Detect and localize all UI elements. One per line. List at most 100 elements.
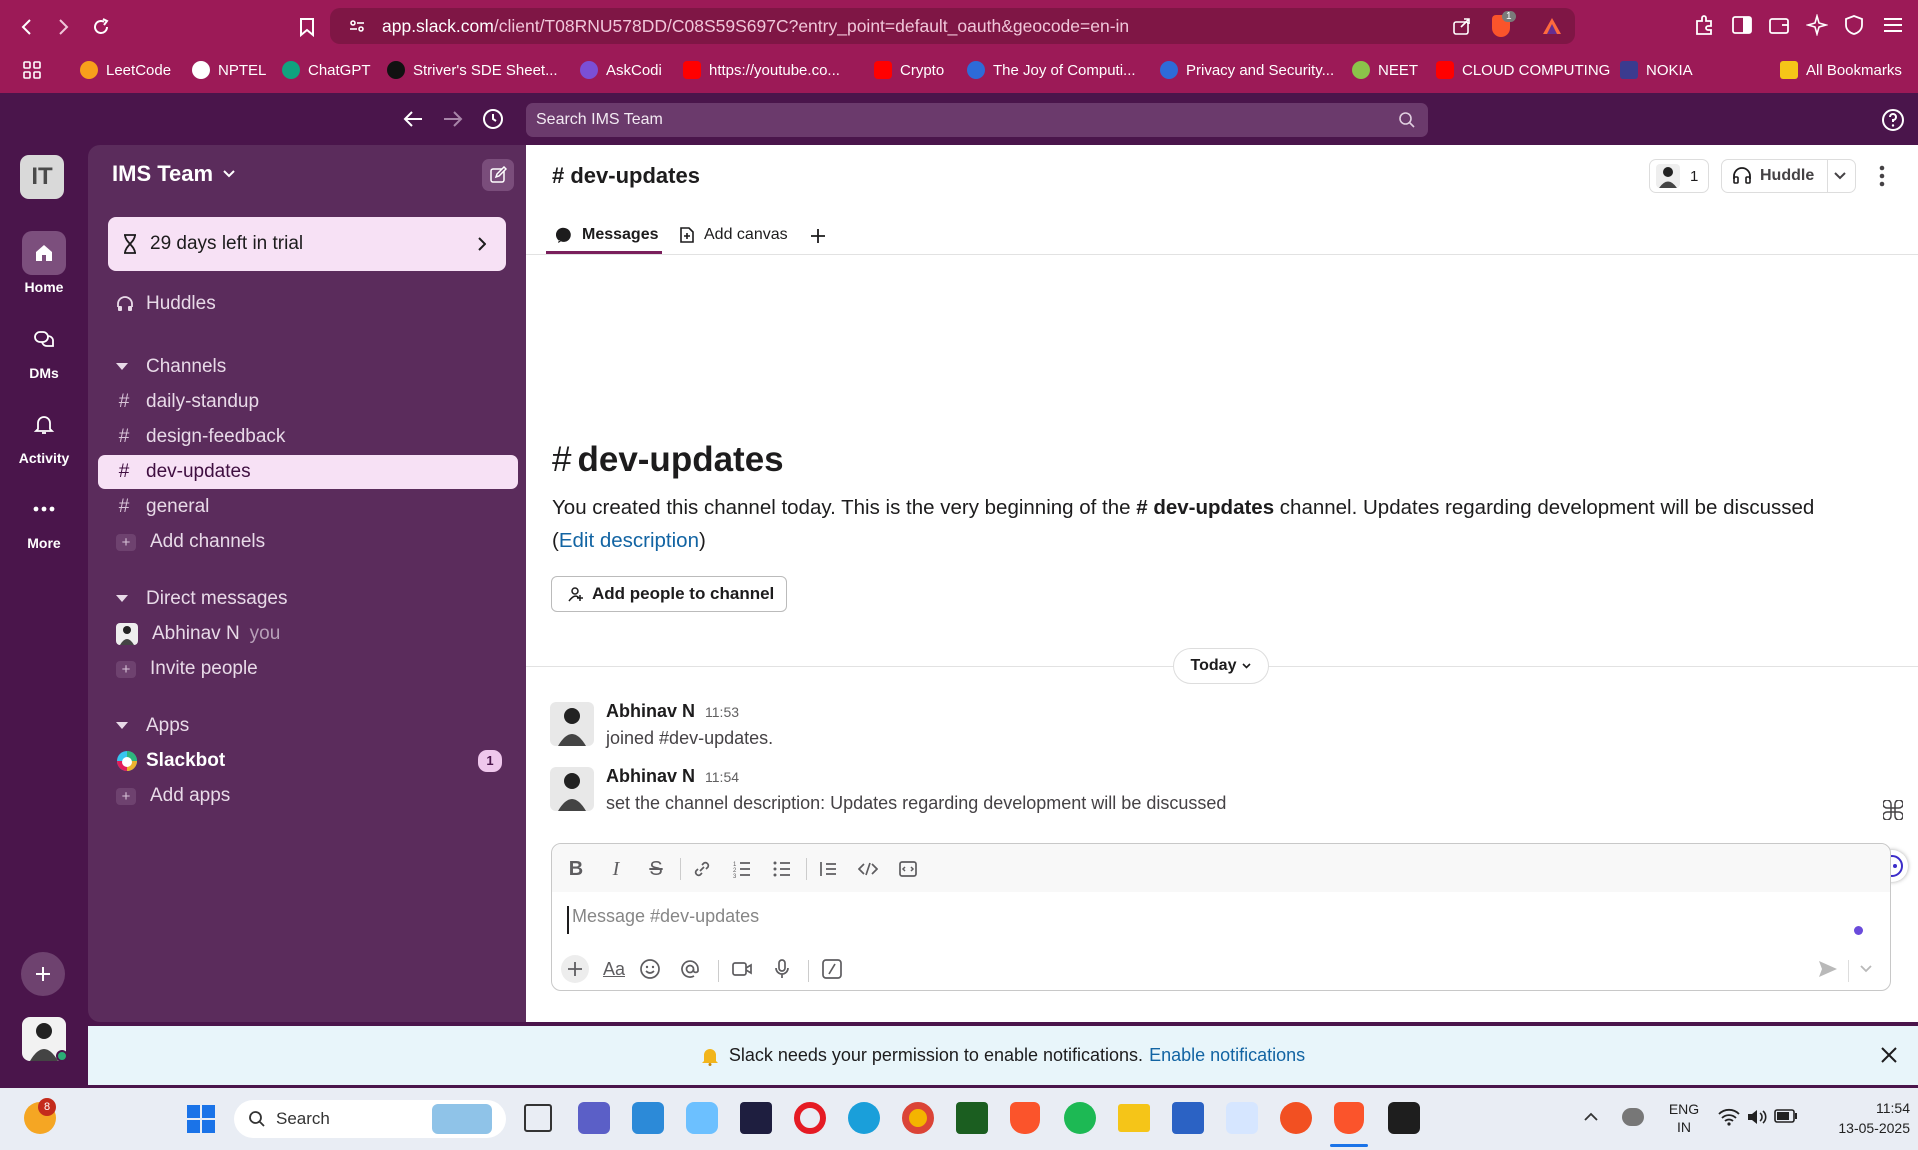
bookmark-item[interactable]: NEET <box>1352 55 1418 85</box>
tab-messages[interactable]: Messages <box>556 217 659 253</box>
message-author[interactable]: Abhinav N <box>606 766 695 787</box>
browser-forward-icon[interactable] <box>48 12 78 42</box>
bookmark-item[interactable]: Privacy and Security... <box>1160 55 1334 85</box>
browser-back-icon[interactable] <box>12 12 42 42</box>
blockquote-icon[interactable] <box>816 857 840 881</box>
vscode-icon[interactable] <box>632 1102 664 1134</box>
bookmark-item[interactable]: NPTEL <box>192 55 266 85</box>
browser-menu-icon[interactable] <box>1882 16 1904 34</box>
site-settings-icon[interactable] <box>348 17 366 35</box>
emoji-icon[interactable] <box>638 957 662 981</box>
channels-section-header[interactable]: Channels <box>98 350 518 384</box>
invite-people-button[interactable]: + Invite people <box>98 652 518 686</box>
bookmark-item[interactable]: CLOUD COMPUTING <box>1436 55 1610 85</box>
rail-home[interactable]: Home <box>0 231 88 295</box>
code-block-icon[interactable] <box>896 857 920 881</box>
add-apps-button[interactable]: + Add apps <box>98 779 518 813</box>
microphone-icon[interactable] <box>770 957 794 981</box>
intellij-icon[interactable] <box>740 1102 772 1134</box>
tab-add-canvas[interactable]: Add canvas <box>678 217 788 253</box>
compose-button[interactable] <box>482 159 514 191</box>
member-count-button[interactable]: 1 <box>1649 159 1709 193</box>
message-author[interactable]: Abhinav N <box>606 701 695 722</box>
brave-active-icon[interactable] <box>1334 1102 1364 1134</box>
bookmark-icon[interactable] <box>292 12 322 42</box>
rail-dms[interactable]: DMs <box>0 317 88 381</box>
sidebar-item-dev-updates[interactable]: # dev-updates <box>98 455 518 489</box>
video-clip-icon[interactable] <box>730 957 754 981</box>
volume-icon[interactable] <box>1746 1108 1768 1126</box>
message-avatar[interactable] <box>550 702 594 746</box>
sidebar-item-general[interactable]: # general <box>98 490 518 524</box>
figma-icon[interactable] <box>1388 1102 1420 1134</box>
channel-title[interactable]: # dev-updates <box>552 163 700 189</box>
sidebar-item-slackbot[interactable]: Slackbot 1 <box>98 744 518 778</box>
wifi-icon[interactable] <box>1718 1108 1740 1126</box>
channel-mention[interactable]: # dev-updates <box>1136 496 1274 519</box>
opera-icon[interactable] <box>794 1102 826 1134</box>
history-forward-icon[interactable] <box>442 109 464 129</box>
extensions-icon[interactable] <box>1693 14 1715 36</box>
date-divider-button[interactable]: Today <box>1173 648 1269 684</box>
address-bar[interactable]: app.slack.com/client/T08RNU578DD/C08S59S… <box>330 8 1575 44</box>
ordered-list-icon[interactable]: 123 <box>730 857 754 881</box>
bookmark-item[interactable]: LeetCode <box>80 55 171 85</box>
spotify-icon[interactable] <box>1064 1102 1096 1134</box>
wps-icon[interactable] <box>1280 1102 1312 1134</box>
send-icon[interactable] <box>1816 957 1840 981</box>
sidebar-item-dm-abhinav[interactable]: Abhinav N you <box>98 617 518 651</box>
add-people-button[interactable]: Add people to channel <box>551 576 787 612</box>
rail-activity[interactable]: Activity <box>0 402 88 466</box>
all-bookmarks[interactable]: All Bookmarks <box>1780 55 1902 85</box>
store-icon[interactable] <box>1172 1102 1204 1134</box>
help-icon[interactable] <box>1881 108 1905 132</box>
bulleted-list-icon[interactable] <box>770 857 794 881</box>
formatting-toggle-button[interactable]: Aa <box>600 957 628 981</box>
language-indicator[interactable]: ENG IN <box>1664 1100 1704 1136</box>
history-back-icon[interactable] <box>402 109 424 129</box>
sidebar-toggle-icon[interactable] <box>1731 15 1753 35</box>
copilot-icon[interactable] <box>686 1102 718 1134</box>
leo-ai-icon[interactable] <box>1806 14 1828 36</box>
bold-icon[interactable]: B <box>564 857 588 881</box>
file-explorer-icon[interactable] <box>1118 1104 1150 1132</box>
sidebar-item-design-feedback[interactable]: # design-feedback <box>98 420 518 454</box>
enable-notifications-link[interactable]: Enable notifications <box>1149 1045 1305 1066</box>
task-view-icon[interactable] <box>524 1104 552 1132</box>
link-icon[interactable] <box>690 857 714 881</box>
battery-icon[interactable] <box>1774 1108 1798 1124</box>
chrome-icon[interactable] <box>902 1102 934 1134</box>
chevron-down-icon[interactable] <box>1834 172 1846 180</box>
history-icon[interactable] <box>482 108 504 130</box>
bookmark-item[interactable]: Striver's SDE Sheet... <box>387 55 558 85</box>
tray-overflow-icon[interactable] <box>1584 1112 1598 1122</box>
workspace-name-button[interactable]: IMS Team <box>112 161 235 187</box>
dm-section-header[interactable]: Direct messages <box>98 582 518 616</box>
workspace-search-input[interactable]: Search IMS Team <box>526 103 1428 137</box>
vpn-icon[interactable] <box>1844 14 1864 36</box>
system-clock[interactable]: 11:54 13-05-2025 <box>1810 1098 1910 1138</box>
send-options-chevron-icon[interactable] <box>1854 957 1878 981</box>
shortcuts-slash-icon[interactable] <box>820 957 844 981</box>
brave-rewards-icon[interactable] <box>1542 17 1562 35</box>
create-new-button[interactable] <box>21 952 65 996</box>
close-icon[interactable] <box>1880 1046 1898 1064</box>
edit-description-link[interactable]: Edit description <box>559 529 699 552</box>
bookmark-item[interactable]: https://youtube.co... <box>683 55 840 85</box>
bookmark-item[interactable]: ChatGPT <box>282 55 371 85</box>
message-time[interactable]: 11:53 <box>705 704 739 720</box>
sidebar-item-daily-standup[interactable]: # daily-standup <box>98 385 518 419</box>
browser-reload-icon[interactable] <box>86 12 116 42</box>
apps-section-header[interactable]: Apps <box>98 709 518 743</box>
sidebar-item-huddles[interactable]: Huddles <box>98 287 518 321</box>
message-time[interactable]: 11:54 <box>705 769 739 785</box>
onedrive-icon[interactable] <box>1622 1108 1644 1126</box>
windows-start-icon[interactable] <box>186 1104 216 1134</box>
bookmark-item[interactable]: Crypto <box>874 55 944 85</box>
add-tab-icon[interactable] <box>809 227 827 245</box>
brave-taskbar-icon[interactable] <box>1010 1102 1040 1134</box>
trial-banner[interactable]: 29 days left in trial <box>108 217 506 271</box>
mention-icon[interactable] <box>678 957 702 981</box>
message-avatar[interactable] <box>550 767 594 811</box>
add-channels-button[interactable]: + Add channels <box>98 525 518 559</box>
